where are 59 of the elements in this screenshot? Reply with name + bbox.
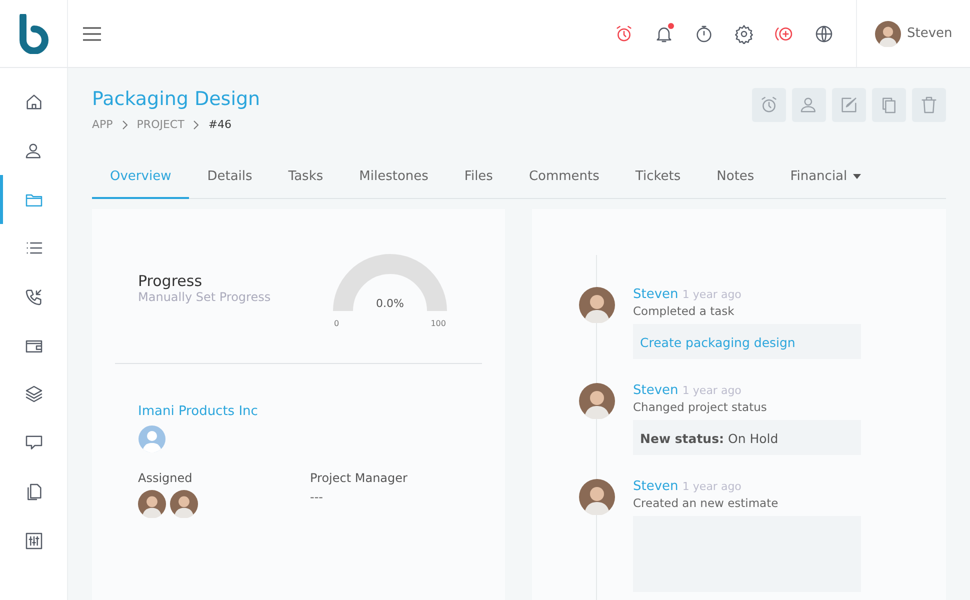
activity-text: Created an new estimate <box>633 496 780 510</box>
gauge-max-label: 100 <box>430 318 446 328</box>
menu-icon <box>82 26 102 42</box>
edit-button[interactable] <box>832 88 866 122</box>
tab[interactable]: Comments <box>510 156 618 199</box>
sliders-icon <box>24 530 44 551</box>
client-avatar-icon <box>138 425 166 453</box>
progress-subtitle: Manually Set Progress <box>138 290 271 304</box>
notification-dot <box>668 22 674 28</box>
alarm-icon <box>759 95 779 115</box>
avatar <box>875 20 901 46</box>
page-title: Packaging Design <box>92 88 260 110</box>
phone-icon <box>24 287 44 308</box>
user-link[interactable]: Steven <box>633 383 678 398</box>
user-button[interactable] <box>792 88 826 122</box>
users-icon <box>24 141 44 162</box>
tab[interactable]: Details <box>189 156 270 199</box>
user-menu[interactable]: Steven <box>856 0 970 67</box>
chevron-icon <box>120 120 129 130</box>
copy-button[interactable] <box>872 88 906 122</box>
tab[interactable]: Tasks <box>270 156 342 199</box>
progress-title: Progress <box>138 272 204 290</box>
activity-text: Changed project status <box>633 400 768 414</box>
globe-icon <box>814 24 834 44</box>
manager-label: Project Manager <box>310 471 408 485</box>
edit-icon <box>839 95 859 115</box>
tab[interactable]: Files <box>446 156 511 199</box>
alarm-icon <box>614 24 634 44</box>
breadcrumb-link[interactable]: #46 <box>208 118 232 131</box>
avatar <box>170 490 198 518</box>
activity-text: Completed a task <box>633 304 736 318</box>
stopwatch-icon <box>694 24 714 44</box>
trash-button[interactable] <box>912 88 946 122</box>
gauge-reading: 0.0% <box>375 296 405 310</box>
trash-icon <box>919 95 939 115</box>
breadcrumb-link[interactable]: APP <box>92 118 113 131</box>
avatar <box>138 490 166 518</box>
user-link[interactable]: Steven <box>633 479 678 494</box>
caret-icon <box>853 174 862 179</box>
timestamp: 1 year ago <box>682 480 742 493</box>
user-link[interactable]: Steven <box>633 287 678 302</box>
assigned-label: Assigned <box>138 471 194 485</box>
status-text: New status: On Hold <box>640 431 778 446</box>
client-link[interactable]: Imani Products Inc <box>138 404 482 419</box>
tab[interactable]: Financial <box>772 156 880 199</box>
breadcrumb-link[interactable]: PROJECT <box>136 118 184 131</box>
tab[interactable]: Notes <box>698 156 772 199</box>
timestamp: 1 year ago <box>682 288 742 301</box>
chevron-icon <box>192 120 200 130</box>
alarm-button[interactable] <box>752 88 786 122</box>
tab[interactable]: Milestones <box>341 156 446 199</box>
logo-icon <box>16 14 50 54</box>
layers-icon <box>24 384 44 404</box>
gear-icon <box>734 24 754 44</box>
home-icon <box>24 92 44 112</box>
tab[interactable]: Tickets <box>617 156 699 199</box>
manager-value: --- <box>310 490 324 504</box>
timestamp: 1 year ago <box>682 384 742 397</box>
gauge-min-label: 0 <box>334 318 340 328</box>
